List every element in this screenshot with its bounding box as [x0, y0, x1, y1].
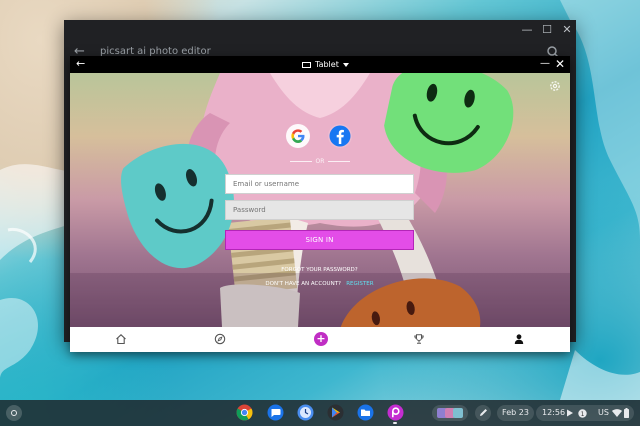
google-icon [291, 129, 305, 143]
forgot-password-link[interactable]: FORGOT YOUR PASSWORD? [225, 267, 414, 273]
display-mode-label: Tablet [315, 60, 339, 69]
display-mode-selector[interactable]: Tablet [302, 58, 349, 71]
or-divider: OR [290, 156, 350, 166]
register-row: DON'T HAVE AN ACCOUNT? REGISTER [225, 281, 414, 287]
close-icon[interactable]: ✕ [560, 23, 574, 37]
person-icon[interactable] [513, 333, 525, 345]
sign-in-button[interactable]: SIGN IN [225, 230, 414, 250]
holding-space-thumbnails [437, 408, 463, 418]
divider-line [290, 160, 312, 162]
system-shelf: Feb 23 12:56 1 US [0, 400, 640, 426]
divider-line [328, 160, 350, 162]
calendar-date-button[interactable]: Feb 23 [497, 405, 534, 421]
window-titlebar[interactable]: — ☐ ✕ [64, 20, 576, 40]
facebook-login-button[interactable] [328, 124, 352, 148]
home-icon[interactable] [115, 333, 127, 345]
holding-space-tray[interactable] [432, 405, 468, 421]
clock-icon[interactable] [297, 404, 314, 421]
stylus-tools-button[interactable] [475, 405, 491, 421]
messages-icon[interactable] [267, 404, 284, 421]
gear-icon[interactable] [548, 79, 562, 93]
create-plus-icon[interactable]: + [314, 332, 328, 346]
picsart-icon[interactable] [387, 404, 404, 421]
email-field[interactable] [225, 174, 414, 194]
login-screen: OR SIGN IN FORGOT YOUR PASSWORD? DON'T H… [70, 73, 570, 327]
wifi-icon [612, 409, 622, 417]
files-icon[interactable] [357, 404, 374, 421]
input-method-label: US [598, 408, 609, 417]
password-field[interactable] [225, 200, 414, 220]
maximize-icon[interactable]: ☐ [540, 23, 554, 37]
chrome-icon[interactable] [236, 404, 253, 421]
running-indicator [393, 422, 397, 424]
system-status-tray[interactable]: 12:56 1 US [536, 405, 634, 421]
play-icon [567, 409, 573, 417]
chevron-down-icon [342, 62, 349, 67]
google-login-button[interactable] [286, 124, 310, 148]
app-frame-topbar: ← Tablet — ✕ [70, 56, 570, 73]
bottom-navigation: + [70, 327, 570, 352]
notification-icon: 1 [578, 408, 587, 418]
battery-icon [624, 408, 629, 418]
minimize-icon[interactable]: — [520, 23, 534, 37]
clock-text: 12:56 [542, 408, 566, 417]
tablet-icon [302, 61, 311, 68]
or-text: OR [315, 157, 325, 165]
launcher-button[interactable] [6, 405, 22, 421]
svg-text:1: 1 [581, 411, 585, 418]
pen-icon [480, 409, 487, 416]
trophy-icon[interactable] [413, 333, 425, 345]
picsart-app-frame: ← Tablet — ✕ OR Email or username SIGN I… [70, 56, 570, 352]
launcher-icon [11, 410, 17, 416]
minimize-icon[interactable]: — [540, 57, 550, 71]
play-store-icon[interactable] [327, 404, 344, 421]
compass-icon[interactable] [214, 333, 226, 345]
close-icon[interactable]: ✕ [555, 56, 565, 72]
facebook-icon [329, 125, 351, 147]
back-arrow-icon[interactable]: ← [76, 57, 85, 71]
no-account-text: DON'T HAVE AN ACCOUNT? [265, 281, 341, 287]
register-link[interactable]: REGISTER [346, 281, 373, 287]
